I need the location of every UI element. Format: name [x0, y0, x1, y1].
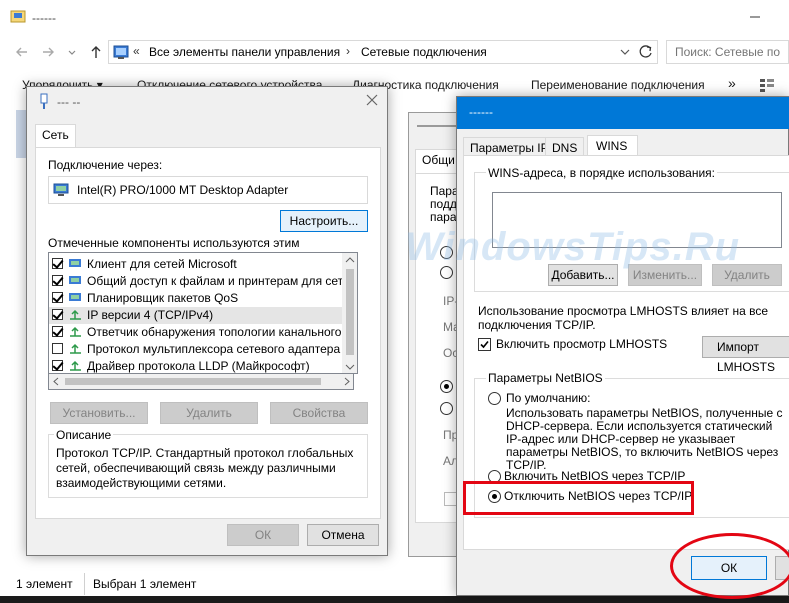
explorer-titlebar: ------: [0, 0, 789, 36]
advanced-tcpip-settings-dialog: ------ Параметры IP DNS WINS WINS-адреса…: [456, 96, 789, 596]
bg-text-line: пара: [430, 210, 457, 224]
search-input[interactable]: [667, 41, 788, 63]
breadcrumb-network-connections[interactable]: Сетевые подключения: [361, 45, 487, 59]
more-commands-button[interactable]: »: [728, 75, 736, 91]
netbios-label: Параметры NetBIOS: [486, 371, 605, 385]
wins-dialog-title: ------: [469, 105, 493, 119]
rename-connection-command[interactable]: Переименование подключения: [531, 78, 705, 92]
component-checkbox[interactable]: [52, 326, 63, 337]
back-arrow-icon[interactable]: [12, 42, 32, 62]
protocol-icon: [69, 343, 83, 355]
list-item[interactable]: Драйвер протокола LLDP (Майкрософт): [49, 358, 349, 373]
netbios-default-radio[interactable]: [488, 392, 501, 405]
bg-radio[interactable]: [440, 380, 453, 393]
eth-ok-button[interactable]: ОК: [227, 524, 299, 546]
protocol-icon: [69, 360, 83, 372]
list-item[interactable]: Общий доступ к файлам и принтерам для се…: [49, 273, 353, 290]
network-folder-icon: [10, 8, 26, 24]
nic-icon: [53, 182, 71, 198]
properties-button[interactable]: Свойства: [270, 402, 368, 424]
bg-radio[interactable]: [440, 402, 453, 415]
configure-button[interactable]: Настроить...: [280, 210, 368, 232]
lmhosts-info-text: Использование просмотра LMHOSTS влияет н…: [478, 304, 769, 332]
components-hscrollbar[interactable]: [48, 374, 354, 390]
bg-dialog-title-placeholder: [417, 125, 457, 127]
view-options-icon[interactable]: [758, 76, 776, 94]
status-item-count: 1 элемент: [16, 577, 73, 591]
netbios-default-label[interactable]: По умолчанию:: [506, 391, 591, 405]
network-adapter-icon: [37, 93, 51, 111]
up-arrow-icon[interactable]: [86, 42, 106, 62]
list-item[interactable]: Планировщик пакетов QoS: [49, 290, 349, 307]
breadcrumb-all-control-panel[interactable]: Все элементы панели управления: [149, 45, 340, 59]
search-box[interactable]: [666, 40, 789, 64]
eth-cancel-button[interactable]: Отмена: [307, 524, 379, 546]
control-panel-icon: [113, 44, 129, 60]
list-item[interactable]: Ответчик обнаружения топологии канальног…: [49, 324, 353, 341]
component-checkbox[interactable]: [52, 292, 63, 303]
forward-arrow-icon[interactable]: [38, 42, 58, 62]
component-checkbox[interactable]: [52, 360, 63, 371]
address-dropdown-icon[interactable]: [618, 43, 632, 61]
list-item[interactable]: Клиент для сетей Microsoft: [49, 256, 349, 273]
description-label: Описание: [54, 428, 114, 442]
breadcrumb-separator: «: [133, 44, 140, 58]
minimize-button[interactable]: [740, 4, 770, 30]
lmhosts-checkbox-label[interactable]: Включить просмотр LMHOSTS: [496, 337, 667, 351]
network-service-icon: [69, 275, 83, 287]
import-lmhosts-button[interactable]: Импорт LMHOSTS: [702, 336, 789, 374]
watermark: WindowsTips.Ru: [405, 225, 741, 269]
wins-dialog-titlebar: ------: [457, 97, 789, 129]
status-selected-count: Выбран 1 элемент: [93, 577, 197, 591]
component-checkbox[interactable]: [52, 258, 63, 269]
refresh-icon[interactable]: [637, 43, 655, 61]
bg-text-line: Пара: [430, 184, 459, 198]
bg-text-line: подд: [430, 197, 457, 211]
tab-general[interactable]: Общи: [415, 149, 462, 173]
tab-network[interactable]: Сеть: [35, 124, 76, 148]
window-title: ------: [32, 11, 56, 25]
components-list[interactable]: Клиент для сетей Microsoft Общий доступ …: [48, 252, 354, 374]
adapter-box: Intel(R) PRO/1000 MT Desktop Adapter: [48, 176, 368, 204]
ethernet-properties-dialog: --- -- Сеть Подключение через: Intel(R) …: [26, 86, 388, 556]
protocol-icon: [69, 309, 83, 321]
address-bar[interactable]: « Все элементы панели управления › Сетев…: [108, 40, 658, 64]
eth-dialog-title: --- --: [57, 95, 81, 109]
component-checkbox[interactable]: [52, 309, 63, 320]
status-divider: [84, 573, 85, 595]
protocol-icon: [69, 326, 83, 338]
component-checkbox[interactable]: [52, 275, 63, 286]
wins-addresses-label: WINS-адреса, в порядке использования:: [486, 166, 717, 180]
list-item[interactable]: IP версии 4 (TCP/IPv4): [49, 307, 349, 324]
recent-chevron-icon[interactable]: [62, 42, 82, 62]
lmhosts-checkbox[interactable]: [478, 338, 491, 351]
component-checkbox[interactable]: [52, 343, 63, 354]
taskbar-edge: [0, 596, 789, 603]
adapter-name: Intel(R) PRO/1000 MT Desktop Adapter: [77, 183, 289, 197]
list-item[interactable]: Протокол мультиплексора сетевого адаптер…: [49, 341, 353, 358]
remove-component-button[interactable]: Удалить: [160, 402, 258, 424]
install-button[interactable]: Установить...: [50, 402, 148, 424]
close-icon[interactable]: [365, 93, 379, 107]
connect-using-label: Подключение через:: [48, 158, 163, 172]
components-scrollbar[interactable]: [342, 252, 358, 374]
network-client-icon: [69, 258, 83, 270]
netbios-default-description: Использовать параметры NetBIOS, полученн…: [506, 406, 783, 472]
highlight-ellipse-annotation: [670, 533, 789, 599]
description-text: Протокол TCP/IP. Стандартный протокол гл…: [56, 446, 354, 490]
network-tab-panel: Подключение через: Intel(R) PRO/1000 MT …: [35, 147, 381, 519]
highlight-rectangle-annotation: [463, 481, 694, 515]
network-service-icon: [69, 292, 83, 304]
breadcrumb-separator: ›: [346, 44, 350, 58]
